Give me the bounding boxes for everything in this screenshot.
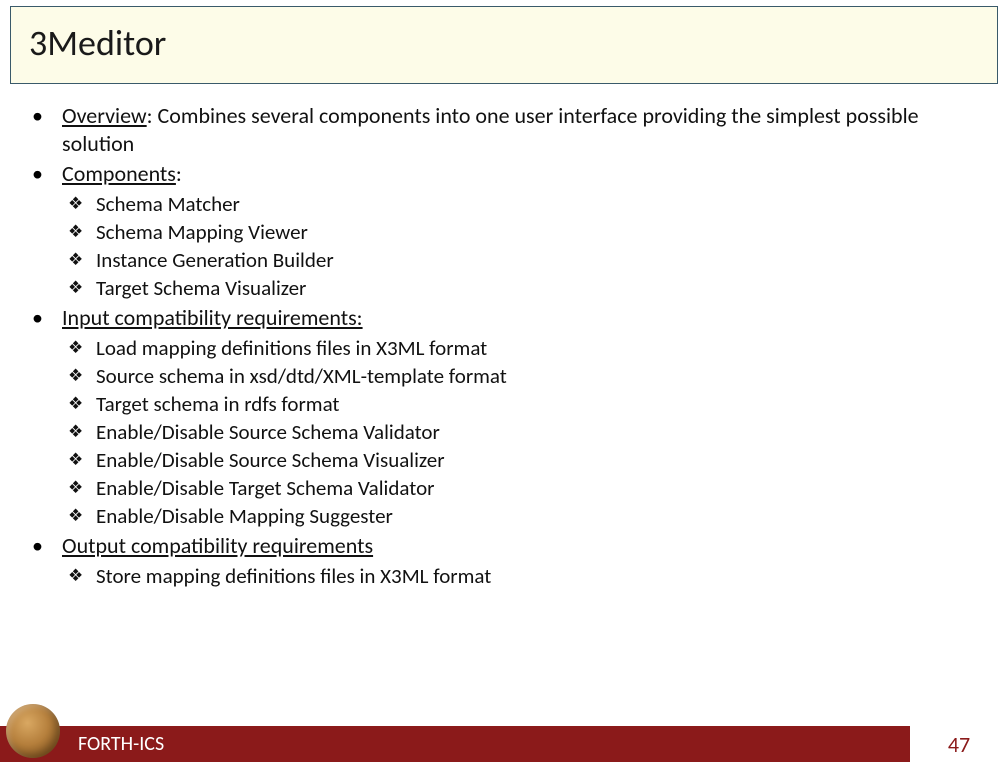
bullet-components: • Components: ❖Schema Matcher ❖Schema Ma… bbox=[28, 160, 980, 302]
diamond-icon: ❖ bbox=[62, 562, 96, 590]
item-text: Enable/Disable Source Schema Validator bbox=[96, 418, 440, 446]
diamond-icon: ❖ bbox=[62, 246, 96, 274]
list-item: ❖Schema Mapping Viewer bbox=[62, 218, 980, 246]
footer-org: FORTH-ICS bbox=[0, 726, 910, 762]
slide-title: 3Meditor bbox=[29, 21, 979, 65]
item-text: Target Schema Visualizer bbox=[96, 274, 306, 302]
bullet-dot-icon: • bbox=[28, 160, 62, 188]
input-req-label: Input compatibility requirements: bbox=[62, 304, 363, 331]
list-item: ❖Enable/Disable Mapping Suggester bbox=[62, 502, 980, 530]
item-text: Schema Matcher bbox=[96, 190, 240, 218]
diamond-icon: ❖ bbox=[62, 362, 96, 390]
diamond-icon: ❖ bbox=[62, 190, 96, 218]
slide-content: • Overview: Combines several components … bbox=[0, 84, 1008, 590]
diamond-icon: ❖ bbox=[62, 390, 96, 418]
bullet-dot-icon: • bbox=[28, 532, 62, 560]
item-text: Enable/Disable Source Schema Visualizer bbox=[96, 446, 445, 474]
bullet-dot-icon: • bbox=[28, 102, 62, 130]
list-item: ❖Target Schema Visualizer bbox=[62, 274, 980, 302]
list-item: ❖Store mapping definitions files in X3ML… bbox=[62, 562, 980, 590]
bullet-input-req: • Input compatibility requirements: ❖Loa… bbox=[28, 304, 980, 530]
item-text: Instance Generation Builder bbox=[96, 246, 334, 274]
diamond-icon: ❖ bbox=[62, 446, 96, 474]
list-item: ❖Enable/Disable Source Schema Validator bbox=[62, 418, 980, 446]
item-text: Source schema in xsd/dtd/XML-template fo… bbox=[96, 362, 507, 390]
diamond-icon: ❖ bbox=[62, 502, 96, 530]
footer-bar: FORTH-ICS 47 bbox=[0, 726, 1008, 762]
page-number: 47 bbox=[910, 726, 1008, 762]
list-item: ❖Target schema in rdfs format bbox=[62, 390, 980, 418]
forth-logo-icon bbox=[6, 704, 60, 758]
list-item: ❖Instance Generation Builder bbox=[62, 246, 980, 274]
item-text: Load mapping definitions files in X3ML f… bbox=[96, 334, 487, 362]
bullet-output-req: • Output compatibility requirements ❖Sto… bbox=[28, 532, 980, 590]
item-text: Target schema in rdfs format bbox=[96, 390, 339, 418]
components-colon: : bbox=[176, 160, 182, 187]
list-item: ❖Enable/Disable Target Schema Validator bbox=[62, 474, 980, 502]
bullet-overview: • Overview: Combines several components … bbox=[28, 102, 980, 158]
overview-label: Overview bbox=[62, 102, 147, 129]
diamond-icon: ❖ bbox=[62, 218, 96, 246]
diamond-icon: ❖ bbox=[62, 474, 96, 502]
overview-text: : Combines several components into one u… bbox=[62, 102, 919, 157]
item-text: Enable/Disable Mapping Suggester bbox=[96, 502, 393, 530]
components-label: Components bbox=[62, 160, 176, 187]
item-text: Schema Mapping Viewer bbox=[96, 218, 308, 246]
list-item: ❖Load mapping definitions files in X3ML … bbox=[62, 334, 980, 362]
list-item: ❖Source schema in xsd/dtd/XML-template f… bbox=[62, 362, 980, 390]
title-box: 3Meditor bbox=[10, 6, 998, 84]
item-text: Store mapping definitions files in X3ML … bbox=[96, 562, 491, 590]
bullet-dot-icon: • bbox=[28, 304, 62, 332]
output-req-label: Output compatibility requirements bbox=[62, 532, 373, 559]
diamond-icon: ❖ bbox=[62, 274, 96, 302]
list-item: ❖Schema Matcher bbox=[62, 190, 980, 218]
diamond-icon: ❖ bbox=[62, 334, 96, 362]
item-text: Enable/Disable Target Schema Validator bbox=[96, 474, 435, 502]
diamond-icon: ❖ bbox=[62, 418, 96, 446]
list-item: ❖Enable/Disable Source Schema Visualizer bbox=[62, 446, 980, 474]
